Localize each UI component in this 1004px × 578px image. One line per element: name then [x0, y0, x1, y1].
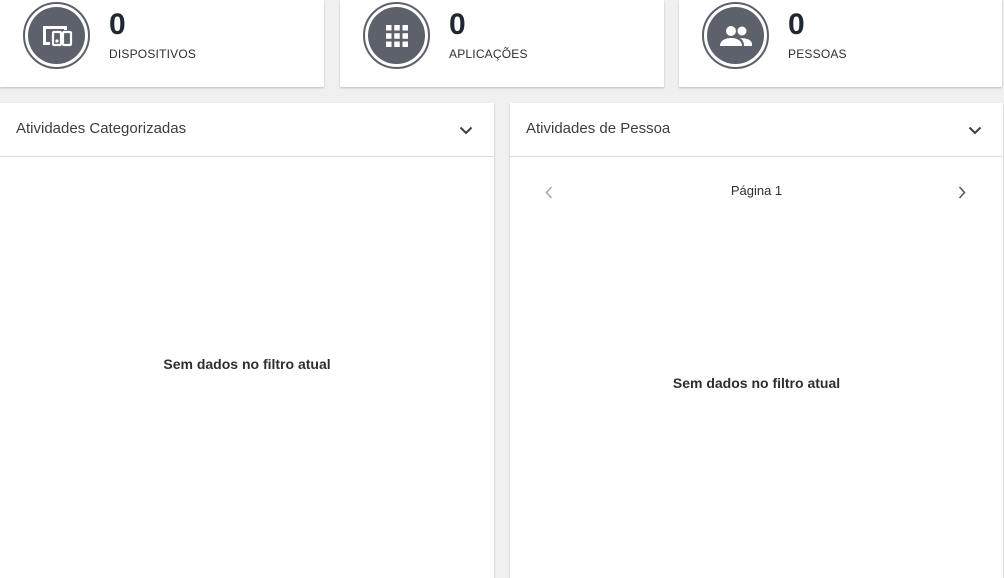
apps-grid-icon [385, 24, 408, 47]
person-empty-message: Sem dados no filtro atual [672, 375, 841, 391]
chevron-down-icon [459, 126, 473, 134]
person-activities-header: Atividades de Pessoa [510, 103, 1003, 157]
person-activities-title: Atividades de Pessoa [526, 120, 671, 137]
categorized-activities-panel: Atividades Categorizadas Sem dados no fi… [0, 103, 494, 578]
categorized-activities-toggle[interactable] [456, 120, 476, 140]
apps-label: APLICAÇÕES [449, 47, 528, 61]
apps-icon-circle [363, 2, 430, 69]
pager-next-button[interactable] [952, 182, 972, 202]
devices-icon [42, 25, 72, 46]
chevron-right-icon [958, 185, 966, 199]
devices-icon-circle [23, 2, 90, 69]
people-count: 0 [788, 8, 805, 41]
pager-label: Página 1 [730, 183, 783, 198]
stats-row: 0 DISPOSITIVOS 0 APLICAÇÕES 0 PESSOAS [0, 0, 1004, 88]
people-label: PESSOAS [788, 47, 847, 61]
apps-count: 0 [449, 8, 466, 41]
stat-card-people: 0 PESSOAS [679, 0, 1002, 87]
devices-count: 0 [109, 8, 126, 41]
chevron-down-icon [968, 126, 982, 134]
categorized-activities-title: Atividades Categorizadas [16, 120, 187, 137]
categorized-activities-header: Atividades Categorizadas [0, 103, 494, 157]
person-activities-toggle[interactable] [965, 120, 985, 140]
stat-card-devices: 0 DISPOSITIVOS [0, 0, 324, 87]
categorized-empty-message: Sem dados no filtro atual [163, 356, 331, 372]
people-icon [719, 25, 752, 46]
stat-card-apps: 0 APLICAÇÕES [340, 0, 664, 87]
people-icon-circle [702, 2, 769, 69]
person-activities-panel: Atividades de Pessoa Página 1 Sem dados … [510, 103, 1003, 578]
devices-label: DISPOSITIVOS [109, 47, 197, 61]
